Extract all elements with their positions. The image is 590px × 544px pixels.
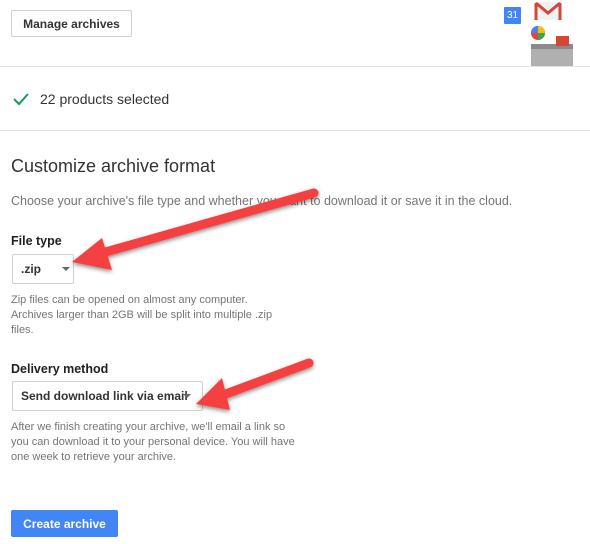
annotation-arrows	[72, 188, 319, 410]
arrow-icon	[196, 358, 314, 410]
arrow-icon	[72, 188, 319, 270]
